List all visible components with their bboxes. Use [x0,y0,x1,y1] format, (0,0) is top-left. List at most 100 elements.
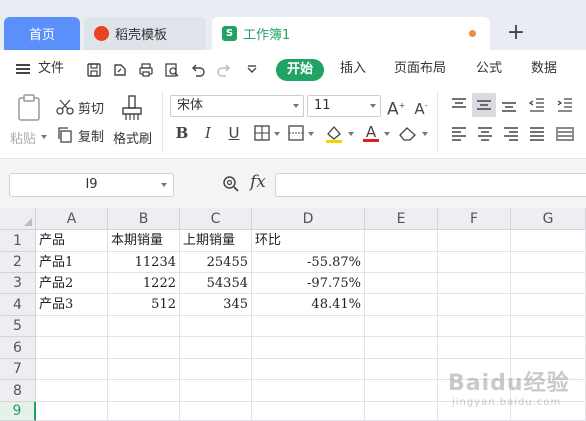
cell-a5[interactable] [36,316,108,337]
cell-b7[interactable] [108,359,180,380]
copy-button[interactable]: 复制 [78,126,104,145]
row-header-1[interactable]: 1 [0,230,36,252]
cell-b1[interactable]: 本期销量 [108,230,180,252]
cell-b6[interactable] [108,337,180,359]
cell-b4[interactable]: 512 [108,294,180,316]
cell-c1[interactable]: 上期销量 [180,230,252,252]
tab-workbook[interactable]: S 工作簿1 [212,17,490,50]
cell-b2[interactable]: 11234 [108,252,180,273]
cell-d3[interactable]: -97.75% [252,273,365,294]
decrease-font-size-button[interactable]: A- [412,97,430,118]
cell-c8[interactable] [180,380,252,402]
cell-g5[interactable] [511,316,586,337]
bold-button[interactable]: B [173,124,191,142]
fill-color-dropdown-icon[interactable] [348,132,354,136]
cell-b9[interactable] [108,402,180,421]
distributed-align-icon[interactable] [556,126,574,142]
align-middle-button[interactable] [472,93,496,117]
menu-start[interactable]: 开始 [276,59,324,81]
copy-icon[interactable] [56,126,74,144]
select-all-button[interactable] [0,208,36,230]
align-center-icon[interactable] [476,126,494,142]
cell-a6[interactable] [36,337,108,359]
cell-a1[interactable]: 产品 [36,230,108,252]
redo-icon[interactable] [216,62,232,78]
menu-icon[interactable] [16,64,30,74]
cell-c6[interactable] [180,337,252,359]
fill-pattern-icon[interactable] [288,125,304,141]
row-header-6[interactable]: 6 [0,337,36,359]
cut-button[interactable]: 剪切 [78,98,104,117]
print-icon[interactable] [138,62,154,78]
name-box[interactable]: I9 [9,173,174,197]
cell-d6[interactable] [252,337,365,359]
cell-b3[interactable]: 1222 [108,273,180,294]
zoom-icon[interactable] [222,175,240,193]
menu-data[interactable]: 数据 [531,58,557,80]
cell-g2[interactable] [511,252,586,273]
cell-b5[interactable] [108,316,180,337]
format-painter-button[interactable]: 格式刷 [113,128,152,147]
row-header-8[interactable]: 8 [0,380,36,402]
menu-insert[interactable]: 插入 [340,58,366,80]
cell-f5[interactable] [438,316,511,337]
column-header-c[interactable]: C [180,208,252,230]
cell-e9[interactable] [365,402,438,421]
cell-d5[interactable] [252,316,365,337]
cell-e2[interactable] [365,252,438,273]
tab-docer-templates[interactable]: 稻壳模板 [84,17,206,50]
align-top-icon[interactable] [450,97,468,113]
formula-input[interactable] [275,173,586,197]
menu-formulas[interactable]: 公式 [476,58,502,80]
cell-a8[interactable] [36,380,108,402]
underline-button[interactable]: U [225,124,243,142]
cell-c3[interactable]: 54354 [180,273,252,294]
cell-c9[interactable] [180,402,252,421]
align-left-icon[interactable] [450,126,468,142]
menu-page-layout[interactable]: 页面布局 [394,58,446,80]
cell-e8[interactable] [365,380,438,402]
cell-g3[interactable] [511,273,586,294]
column-header-e[interactable]: E [365,208,438,230]
cell-e7[interactable] [365,359,438,380]
cell-b8[interactable] [108,380,180,402]
cell-f2[interactable] [438,252,511,273]
justify-icon[interactable] [528,126,546,142]
row-header-2[interactable]: 2 [0,252,36,273]
cell-d2[interactable]: -55.87% [252,252,365,273]
save-icon[interactable] [86,62,102,78]
row-header-7[interactable]: 7 [0,359,36,380]
borders-dropdown-icon[interactable] [274,132,280,136]
column-header-f[interactable]: F [438,208,511,230]
cell-a3[interactable]: 产品2 [36,273,108,294]
paste-button[interactable]: 粘贴 [10,128,36,147]
column-header-g[interactable]: G [511,208,586,230]
cell-a2[interactable]: 产品1 [36,252,108,273]
cell-d8[interactable] [252,380,365,402]
decrease-indent-icon[interactable] [528,97,546,113]
cell-e4[interactable] [365,294,438,316]
fill-pattern-dropdown-icon[interactable] [308,132,314,136]
cell-c7[interactable] [180,359,252,380]
italic-button[interactable]: I [199,124,217,142]
column-header-d[interactable]: D [252,208,365,230]
undo-icon[interactable] [190,62,206,78]
cell-c4[interactable]: 345 [180,294,252,316]
clear-format-dropdown-icon[interactable] [422,132,428,136]
font-size-select[interactable]: 11 [307,95,381,117]
paste-icon[interactable] [16,94,42,122]
cell-a9[interactable] [36,402,108,421]
format-painter-icon[interactable] [120,94,144,122]
increase-font-size-button[interactable]: A+ [387,97,405,119]
cell-g1[interactable] [511,230,586,252]
cell-d4[interactable]: 48.41% [252,294,365,316]
cell-e1[interactable] [365,230,438,252]
row-header-9[interactable]: 9 [0,402,36,421]
row-header-4[interactable]: 4 [0,294,36,316]
cell-e5[interactable] [365,316,438,337]
font-family-select[interactable]: 宋体 [170,95,304,117]
tab-home[interactable]: 首页 [4,17,80,50]
cell-d7[interactable] [252,359,365,380]
cell-a7[interactable] [36,359,108,380]
cell-d1[interactable]: 环比 [252,230,365,252]
